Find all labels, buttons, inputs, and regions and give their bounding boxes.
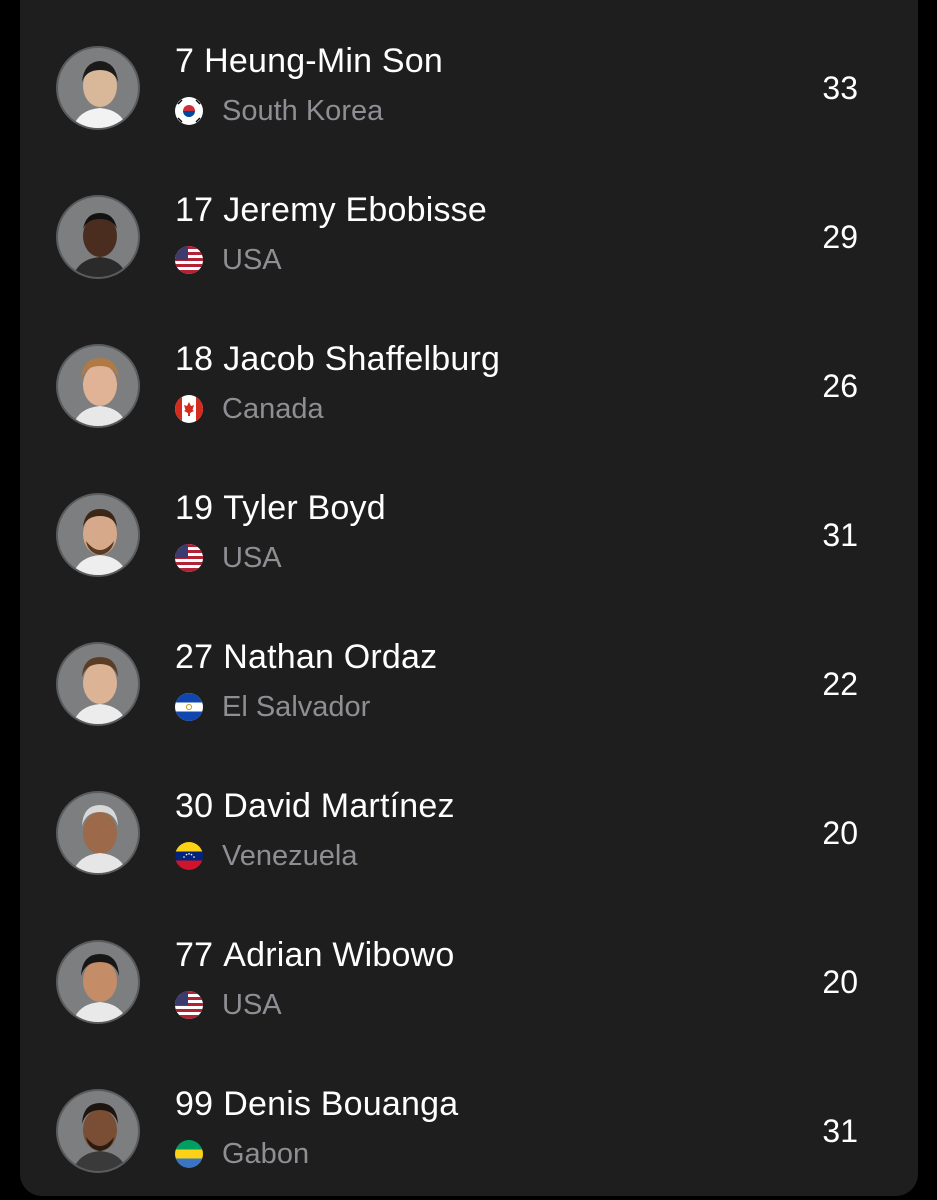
player-list-card: 7 Heung-Min Son South Korea 33 17 Jeremy… bbox=[20, 0, 918, 1196]
player-name-line: 99 Denis Bouanga bbox=[175, 1085, 458, 1124]
player-avatar bbox=[56, 493, 140, 577]
venezuela-flag-icon bbox=[175, 842, 203, 870]
player-country-line: El Salvador bbox=[175, 690, 370, 724]
player-avatar bbox=[56, 46, 140, 130]
player-name-line: 27 Nathan Ordaz bbox=[175, 638, 437, 677]
player-country-line: USA bbox=[175, 243, 282, 277]
player-number: 7 bbox=[175, 42, 195, 80]
usa-flag-icon bbox=[175, 246, 203, 274]
player-value: 29 bbox=[822, 219, 858, 255]
player-value: 20 bbox=[822, 964, 858, 1000]
player-country-line: USA bbox=[175, 541, 282, 575]
player-number: 18 bbox=[175, 340, 214, 378]
player-number: 99 bbox=[175, 1085, 214, 1123]
player-name: Tyler Boyd bbox=[223, 489, 386, 527]
player-value: 31 bbox=[822, 1113, 858, 1149]
player-name-line: 17 Jeremy Ebobisse bbox=[175, 191, 487, 230]
player-row[interactable]: 27 Nathan Ordaz El Salvador 22 bbox=[20, 590, 918, 739]
gabon-flag-icon bbox=[175, 1140, 203, 1168]
player-name: Jeremy Ebobisse bbox=[223, 191, 487, 229]
player-avatar bbox=[56, 940, 140, 1024]
player-country-line: USA bbox=[175, 988, 282, 1022]
player-row[interactable]: 99 Denis Bouanga Gabon 31 bbox=[20, 1037, 918, 1186]
player-row[interactable]: 30 David Martínez Venezuela 20 bbox=[20, 739, 918, 888]
player-value: 31 bbox=[822, 517, 858, 553]
player-avatar bbox=[56, 344, 140, 428]
player-name: Heung-Min Son bbox=[204, 42, 443, 80]
player-country: Canada bbox=[222, 392, 324, 425]
player-value: 26 bbox=[822, 368, 858, 404]
player-value: 33 bbox=[822, 70, 858, 106]
player-country-line: South Korea bbox=[175, 94, 383, 128]
player-name-line: 19 Tyler Boyd bbox=[175, 489, 386, 528]
player-row[interactable]: 77 Adrian Wibowo USA 20 bbox=[20, 888, 918, 1037]
player-row[interactable]: 18 Jacob Shaffelburg Canada 26 bbox=[20, 292, 918, 441]
player-number: 30 bbox=[175, 787, 214, 825]
player-country-line: Gabon bbox=[175, 1137, 309, 1171]
player-row[interactable]: 19 Tyler Boyd USA 31 bbox=[20, 441, 918, 590]
player-name-line: 7 Heung-Min Son bbox=[175, 42, 443, 81]
player-name: Jacob Shaffelburg bbox=[223, 340, 501, 378]
player-number: 19 bbox=[175, 489, 214, 527]
south-korea-flag-icon bbox=[175, 97, 203, 125]
player-avatar bbox=[56, 791, 140, 875]
player-name: Denis Bouanga bbox=[223, 1085, 459, 1123]
player-value: 22 bbox=[822, 666, 858, 702]
player-name: Nathan Ordaz bbox=[223, 638, 438, 676]
player-name-line: 18 Jacob Shaffelburg bbox=[175, 340, 500, 379]
player-name-line: 30 David Martínez bbox=[175, 787, 455, 826]
player-country: El Salvador bbox=[222, 690, 371, 723]
usa-flag-icon bbox=[175, 544, 203, 572]
player-country: South Korea bbox=[222, 94, 384, 127]
player-avatar bbox=[56, 1089, 140, 1173]
player-country: USA bbox=[222, 988, 282, 1021]
player-avatar bbox=[56, 195, 140, 279]
player-number: 27 bbox=[175, 638, 214, 676]
el-salvador-flag-icon bbox=[175, 693, 203, 721]
player-country-line: Canada bbox=[175, 392, 324, 426]
player-avatar bbox=[56, 642, 140, 726]
canada-flag-icon bbox=[175, 395, 203, 423]
player-country: Gabon bbox=[222, 1137, 310, 1170]
player-row[interactable]: 17 Jeremy Ebobisse USA 29 bbox=[20, 143, 918, 292]
usa-flag-icon bbox=[175, 991, 203, 1019]
player-number: 17 bbox=[175, 191, 214, 229]
player-number: 77 bbox=[175, 936, 214, 974]
player-name-line: 77 Adrian Wibowo bbox=[175, 936, 454, 975]
player-name: David Martínez bbox=[223, 787, 455, 825]
player-value: 20 bbox=[822, 815, 858, 851]
player-row[interactable]: 7 Heung-Min Son South Korea 33 bbox=[20, 0, 918, 143]
player-country-line: Venezuela bbox=[175, 839, 357, 873]
player-country: USA bbox=[222, 243, 282, 276]
player-country: USA bbox=[222, 541, 282, 574]
player-country: Venezuela bbox=[222, 839, 358, 872]
player-name: Adrian Wibowo bbox=[223, 936, 455, 974]
